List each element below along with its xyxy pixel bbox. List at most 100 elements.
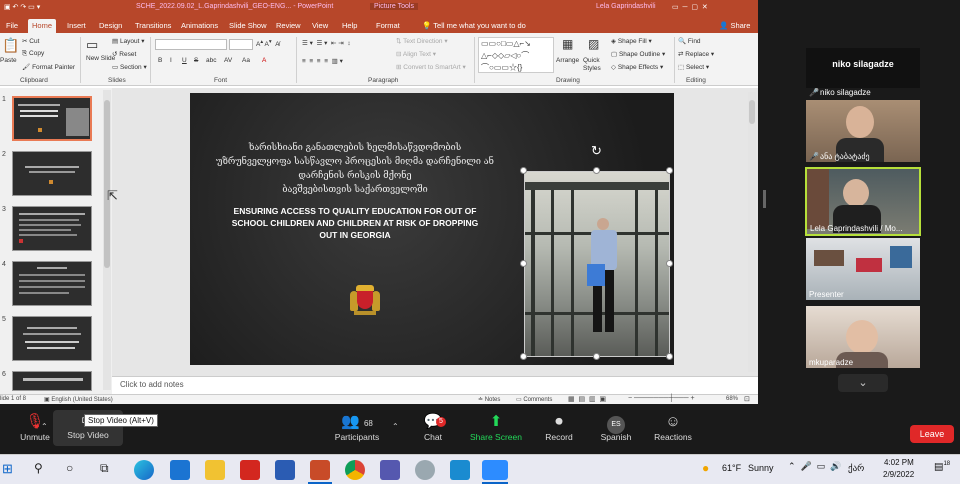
tab-review[interactable]: Review <box>272 19 305 33</box>
tab-home[interactable]: Home <box>28 19 57 33</box>
language-indicator[interactable]: ▣ English (United States) <box>44 396 113 403</box>
quick-styles-button[interactable]: Quick Styles <box>583 57 609 73</box>
resize-handle[interactable] <box>593 167 600 174</box>
zoom-level[interactable]: 68% <box>726 396 738 402</box>
rotate-handle-icon[interactable]: ↻ <box>591 143 602 159</box>
new-slide-icon[interactable]: ▭ <box>86 37 98 53</box>
task-view-icon[interactable]: ⧉ <box>100 461 109 476</box>
slide-thumbnail-3[interactable] <box>12 206 92 251</box>
font-size-buttons[interactable]: A▴ A▾ A̸ <box>256 39 280 48</box>
paste-button[interactable]: Paste <box>0 57 17 64</box>
slide-thumbnail-5[interactable] <box>12 316 92 361</box>
notes-pane[interactable]: Click to add notes <box>112 376 758 394</box>
resize-handle[interactable] <box>520 260 527 267</box>
tab-slide-show[interactable]: Slide Show <box>225 19 271 33</box>
resize-handle[interactable] <box>666 260 673 267</box>
strikethrough-button[interactable]: S <box>194 57 198 64</box>
panel-resize-handle[interactable] <box>763 190 766 208</box>
participant-tile[interactable]: 🎤 ანა ტაბატაძე <box>806 100 920 162</box>
save-icon[interactable]: ▣ ↶ ↷ ▭ ▾ <box>4 3 40 11</box>
font-name-box[interactable] <box>155 39 227 50</box>
edge-icon[interactable] <box>134 460 154 480</box>
teams-icon[interactable] <box>380 460 400 480</box>
reactions-button[interactable]: ☺ Reactions <box>638 412 708 442</box>
font-color-button[interactable]: A <box>262 57 266 64</box>
slide-thumbnail-1[interactable] <box>12 96 92 141</box>
comments-button[interactable]: ▭ Comments <box>516 396 552 403</box>
weather-text[interactable]: Sunny <box>748 463 774 473</box>
zoom-app-icon[interactable] <box>482 460 508 480</box>
arrange-button[interactable]: Arrange <box>556 57 579 64</box>
thumbnails-scrollbar[interactable] <box>103 90 111 390</box>
layout-button[interactable]: ▤ Layout ▾ <box>112 37 145 45</box>
notes-button[interactable]: ≐ Notes <box>478 396 500 403</box>
paste-icon[interactable]: 📋 <box>2 37 19 54</box>
underline-button[interactable]: U <box>182 57 187 64</box>
reset-button[interactable]: ↺ Reset <box>112 50 136 58</box>
section-button[interactable]: ▭ Section ▾ <box>112 63 147 71</box>
participants-button[interactable]: 👥 68 Participants <box>322 412 392 442</box>
store-icon[interactable] <box>170 460 190 480</box>
tab-format[interactable]: Format <box>372 19 404 33</box>
acrobat-icon[interactable] <box>240 460 260 480</box>
convert-smartart-button[interactable]: ⊞ Convert to SmartArt ▾ <box>396 63 466 71</box>
fit-slide-icon[interactable]: ⊡ <box>744 395 750 403</box>
font-size-box[interactable] <box>229 39 253 50</box>
window-controls[interactable]: ▭ ─ ▢ ✕ <box>672 3 708 11</box>
participant-tile[interactable]: Presenter <box>806 238 920 300</box>
audio-options-chevron-icon[interactable]: ⌃ <box>41 422 48 431</box>
tab-file[interactable]: File <box>2 19 22 33</box>
slide-thumbnail-6[interactable] <box>12 371 92 391</box>
resize-handle[interactable] <box>666 167 673 174</box>
copy-button[interactable]: ⎘ Copy <box>22 50 44 58</box>
slide-photo[interactable] <box>524 171 670 357</box>
cut-button[interactable]: ✂ Cut <box>22 37 39 45</box>
weather-sun-icon[interactable]: ● <box>702 461 709 475</box>
new-slide-button[interactable]: New Slide <box>86 55 115 62</box>
slide-scrollbar[interactable] <box>748 92 756 372</box>
resize-handle[interactable] <box>593 353 600 360</box>
input-language[interactable]: ქარ <box>848 463 864 474</box>
tab-animations[interactable]: Animations <box>177 19 222 33</box>
share-button[interactable]: 👤 Share <box>715 19 754 33</box>
chat-button[interactable]: 💬 Chat <box>398 412 468 442</box>
list-buttons[interactable]: ☰ ▾ ☰ ▾ ⇤ ⇥ ↕ <box>302 39 351 47</box>
replace-button[interactable]: ⇄ Replace ▾ <box>678 50 714 58</box>
current-slide[interactable]: ხარისხიანი განათლების ხელმისაწვდომობის უ… <box>190 93 674 365</box>
scroll-thumb[interactable] <box>104 100 110 268</box>
resize-handle[interactable] <box>520 353 527 360</box>
shape-fill-button[interactable]: ◈ Shape Fill ▾ <box>611 37 652 45</box>
view-buttons[interactable]: ▦ ▤ ▥ ▣ <box>568 395 606 403</box>
powerpoint-icon[interactable] <box>310 460 330 480</box>
chrome-icon[interactable] <box>345 460 365 480</box>
tab-insert[interactable]: Insert <box>63 19 90 33</box>
quick-styles-icon[interactable]: ▨ <box>588 37 599 51</box>
notes-placeholder[interactable]: Click to add notes <box>120 380 184 389</box>
windows-start-icon[interactable]: ⊞ <box>2 461 13 477</box>
gallery-down-chevron-icon[interactable]: ⌄ <box>838 374 888 392</box>
word-icon[interactable] <box>275 460 295 480</box>
photos-icon[interactable] <box>450 460 470 480</box>
shape-effects-button[interactable]: ◇ Shape Effects ▾ <box>611 63 663 71</box>
zoom-slider[interactable]: − ───────┼─── + <box>628 395 695 402</box>
leave-button[interactable]: Leave <box>910 425 954 443</box>
participant-tile-active[interactable]: Lela Gaprindashvili / Mo... <box>805 167 921 236</box>
format-painter-button[interactable]: 🖌 Format Painter <box>22 63 75 71</box>
shapes-gallery[interactable]: ▭▭○□▭△⌐↘ △⌐◇◇▱◁○⌒ ⌒○▭▭☆{} <box>478 37 554 73</box>
find-button[interactable]: 🔍 Find <box>678 37 701 45</box>
weather-temp[interactable]: 61°F <box>722 463 741 473</box>
align-text-button[interactable]: ⊟ Align Text ▾ <box>396 50 436 58</box>
shadow-button[interactable]: abc <box>206 57 216 64</box>
spacing-button[interactable]: AV <box>224 57 232 64</box>
participant-tile[interactable]: mkuparadze <box>806 306 920 368</box>
scroll-thumb[interactable] <box>749 100 755 124</box>
cortana-icon[interactable]: ○ <box>66 461 73 475</box>
tell-me-box[interactable]: 💡 Tell me what you want to do <box>418 19 530 33</box>
select-button[interactable]: ⬚ Select ▾ <box>678 63 709 71</box>
italic-button[interactable]: I <box>170 57 172 64</box>
share-screen-button[interactable]: ⬆ Share Screen <box>461 412 531 442</box>
search-icon[interactable]: ⚲ <box>34 461 43 475</box>
paint-icon[interactable] <box>415 460 435 480</box>
text-direction-button[interactable]: ⇅ Text Direction ▾ <box>396 37 448 45</box>
file-explorer-icon[interactable] <box>205 460 225 480</box>
